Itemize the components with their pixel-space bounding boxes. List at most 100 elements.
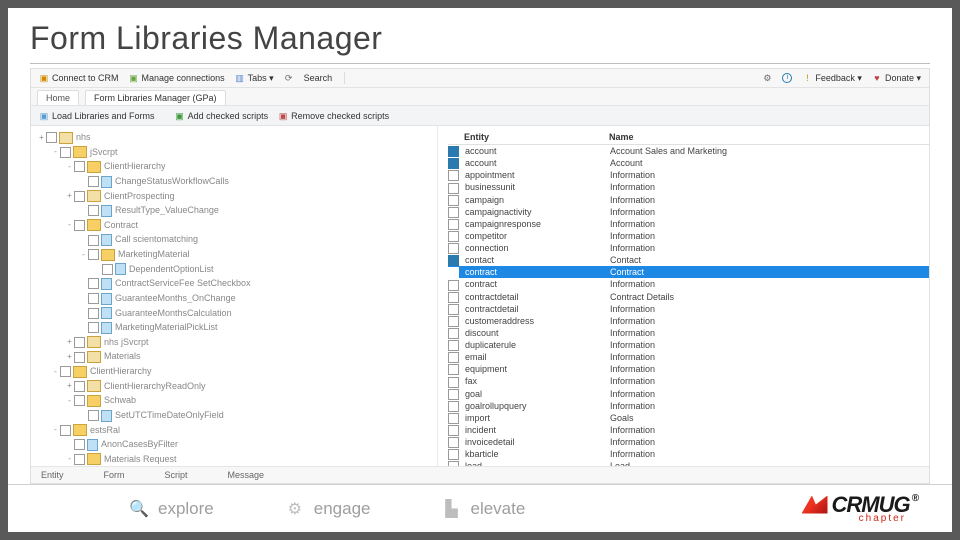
row-checkbox[interactable]	[448, 292, 459, 303]
row-checkbox[interactable]	[448, 352, 459, 363]
tree-checkbox[interactable]	[74, 439, 85, 450]
row-checkbox[interactable]	[448, 243, 459, 254]
tree-node[interactable]: Call scientomatching	[37, 232, 437, 247]
row-checkbox[interactable]	[448, 255, 459, 266]
tree-node[interactable]: +Materials	[37, 349, 437, 364]
donate-dropdown[interactable]: ♥ Donate ▾	[872, 73, 921, 84]
tree-checkbox[interactable]	[74, 191, 85, 202]
tree-node[interactable]: SetUTCTimeDateOnlyField	[37, 408, 437, 423]
tree-checkbox[interactable]	[74, 337, 85, 348]
search-button[interactable]: Search	[304, 73, 333, 83]
tree-node[interactable]: -estsRal	[37, 423, 437, 438]
row-checkbox[interactable]	[448, 437, 459, 448]
grid-row[interactable]: connectionInformation	[448, 242, 929, 254]
expand-toggle[interactable]: -	[65, 395, 74, 407]
tab-form-libraries-manager[interactable]: Form Libraries Manager (GPa)	[85, 90, 226, 105]
tree-checkbox[interactable]	[88, 308, 99, 319]
expand-toggle[interactable]: +	[65, 336, 74, 348]
row-checkbox[interactable]	[448, 449, 459, 460]
grid-row[interactable]: competitorInformation	[448, 230, 929, 242]
tree-checkbox[interactable]	[74, 161, 85, 172]
add-scripts-button[interactable]: ▣ Add checked scripts	[175, 111, 269, 121]
expand-toggle[interactable]: +	[65, 380, 74, 392]
tree-checkbox[interactable]	[46, 132, 57, 143]
row-checkbox[interactable]	[448, 207, 459, 218]
refresh-button[interactable]: ⟳	[284, 73, 294, 83]
row-checkbox[interactable]	[448, 304, 459, 315]
grid-row[interactable]: contractdetailInformation	[448, 303, 929, 315]
expand-toggle[interactable]: -	[51, 366, 60, 378]
load-libraries-button[interactable]: ▣ Load Libraries and Forms	[39, 111, 155, 121]
feedback-dropdown[interactable]: ! Feedback ▾	[802, 73, 862, 84]
tree-node[interactable]: +nhs jSvcrpt	[37, 335, 437, 350]
col-name[interactable]: Name	[609, 132, 929, 142]
tree-pane[interactable]: +nhs-jSvcrpt-ClientHierarchyChangeStatus…	[31, 126, 438, 466]
expand-toggle[interactable]: +	[65, 190, 74, 202]
tree-node[interactable]: MarketingMaterialPickList	[37, 320, 437, 335]
tree-checkbox[interactable]	[74, 220, 85, 231]
grid-row[interactable]: goalrollupqueryInformation	[448, 400, 929, 412]
tree-checkbox[interactable]	[88, 293, 99, 304]
tree-checkbox[interactable]	[60, 366, 71, 377]
expand-toggle[interactable]: -	[79, 249, 88, 261]
tabs-dropdown[interactable]: ▥ Tabs ▾	[235, 73, 274, 84]
grid-row[interactable]: customeraddressInformation	[448, 315, 929, 327]
grid-row[interactable]: campaignInformation	[448, 194, 929, 206]
tree-node[interactable]: +ClientProspecting	[37, 189, 437, 204]
grid-pane[interactable]: Entity Name accountAccount Sales and Mar…	[438, 126, 929, 466]
settings-button[interactable]: ⚙	[762, 73, 772, 83]
row-checkbox[interactable]	[448, 461, 459, 466]
tree-checkbox[interactable]	[88, 410, 99, 421]
row-checkbox[interactable]	[448, 158, 459, 169]
tree-node[interactable]: -MarketingMaterial	[37, 247, 437, 262]
tree-node[interactable]: GuaranteeMonths_OnChange	[37, 291, 437, 306]
tree-checkbox[interactable]	[88, 176, 99, 187]
row-checkbox[interactable]	[448, 364, 459, 375]
tree-checkbox[interactable]	[88, 322, 99, 333]
row-checkbox[interactable]	[448, 389, 459, 400]
grid-row[interactable]: invoicedetailInformation	[448, 436, 929, 448]
tree-checkbox[interactable]	[60, 425, 71, 436]
remove-scripts-button[interactable]: ▣ Remove checked scripts	[278, 111, 389, 121]
grid-row[interactable]: incidentInformation	[448, 424, 929, 436]
tree-checkbox[interactable]	[102, 264, 113, 275]
tree-checkbox[interactable]	[88, 205, 99, 216]
expand-toggle[interactable]: -	[51, 146, 60, 158]
grid-row[interactable]: campaignresponseInformation	[448, 218, 929, 230]
tree-node[interactable]: -Contract	[37, 218, 437, 233]
col-entity[interactable]: Entity	[464, 132, 609, 142]
tree-node[interactable]: -Schwab	[37, 393, 437, 408]
tree-checkbox[interactable]	[88, 278, 99, 289]
row-checkbox[interactable]	[448, 413, 459, 424]
tree-node[interactable]: AnonCasesByFilter	[37, 437, 437, 452]
grid-row[interactable]: faxInformation	[448, 375, 929, 387]
tree-node[interactable]: +nhs	[37, 130, 437, 145]
tree-checkbox[interactable]	[60, 147, 71, 158]
grid-row[interactable]: contractInformation	[448, 278, 929, 290]
tree-node[interactable]: DependentOptionList	[37, 262, 437, 277]
tree-node[interactable]: -jSvcrpt	[37, 145, 437, 160]
row-checkbox[interactable]	[448, 280, 459, 291]
row-checkbox[interactable]	[448, 267, 459, 278]
grid-row[interactable]: contractContract	[448, 266, 929, 278]
row-checkbox[interactable]	[448, 328, 459, 339]
tree-checkbox[interactable]	[74, 395, 85, 406]
grid-row[interactable]: goalInformation	[448, 388, 929, 400]
tree-checkbox[interactable]	[88, 249, 99, 260]
grid-row[interactable]: discountInformation	[448, 327, 929, 339]
grid-row[interactable]: accountAccount Sales and Marketing	[448, 145, 929, 157]
tree-node[interactable]: ResultType_ValueChange	[37, 203, 437, 218]
manage-connections-button[interactable]: ▣ Manage connections	[129, 73, 225, 83]
grid-row[interactable]: contractdetailContract Details	[448, 291, 929, 303]
expand-toggle[interactable]: +	[37, 132, 46, 144]
grid-row[interactable]: campaignactivityInformation	[448, 206, 929, 218]
row-checkbox[interactable]	[448, 401, 459, 412]
expand-toggle[interactable]: -	[65, 161, 74, 173]
expand-toggle[interactable]: -	[65, 453, 74, 465]
tree-node[interactable]: ContractServiceFee SetCheckbox	[37, 276, 437, 291]
expand-toggle[interactable]: +	[65, 351, 74, 363]
tree-node[interactable]: -ClientHierarchy	[37, 159, 437, 174]
tree-checkbox[interactable]	[74, 454, 85, 465]
tree-node[interactable]: GuaranteeMonthsCalculation	[37, 306, 437, 321]
tree-checkbox[interactable]	[88, 235, 99, 246]
